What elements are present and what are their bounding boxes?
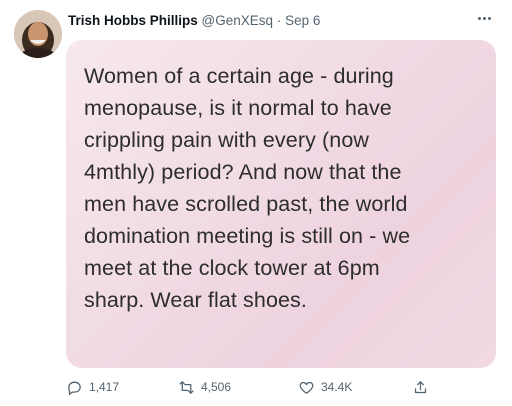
share-icon	[414, 380, 427, 393]
author-handle[interactable]: @GenXEsq	[202, 13, 274, 28]
retweet-count: 4,506	[201, 380, 232, 394]
separator-dot: ·	[276, 13, 282, 28]
media-line: menopause, is it normal to have	[84, 96, 392, 120]
media-line: 4mthly) period? And now that the	[84, 160, 402, 184]
media-line: domination meeting is still on - we	[84, 224, 411, 248]
like-button[interactable]: 34.4K	[298, 377, 352, 397]
media-line: crippling pain with every (now	[84, 128, 370, 152]
avatar[interactable]	[14, 10, 62, 58]
retweet-button[interactable]: 4,506	[178, 377, 231, 397]
avatar-image	[14, 10, 62, 58]
tweet-actions: 1,417 4,506 34.4K	[66, 377, 436, 397]
media-text: Women of a certain age - during menopaus…	[84, 60, 484, 316]
share-button[interactable]	[412, 377, 429, 397]
tweet-media-image[interactable]: Women of a certain age - during menopaus…	[66, 40, 496, 368]
more-horizontal-icon[interactable]	[472, 8, 496, 28]
media-line: men have scrolled past, the world	[84, 192, 408, 216]
reply-count: 1,417	[89, 380, 120, 394]
retweet-icon	[179, 380, 194, 394]
media-line: meet at the clock tower at 6pm	[84, 256, 380, 280]
heart-icon	[299, 381, 314, 394]
tweet-header: Trish Hobbs Phillips @GenXEsq · Sep 6	[68, 11, 472, 31]
tweet-date[interactable]: Sep 6	[285, 13, 320, 28]
media-line: Women of a certain age - during	[84, 64, 394, 88]
media-line: sharp. Wear flat shoes.	[84, 288, 307, 312]
author-name[interactable]: Trish Hobbs Phillips	[68, 13, 198, 28]
reply-button[interactable]: 1,417	[66, 377, 119, 397]
like-count: 34.4K	[321, 380, 353, 394]
reply-icon	[68, 381, 81, 396]
